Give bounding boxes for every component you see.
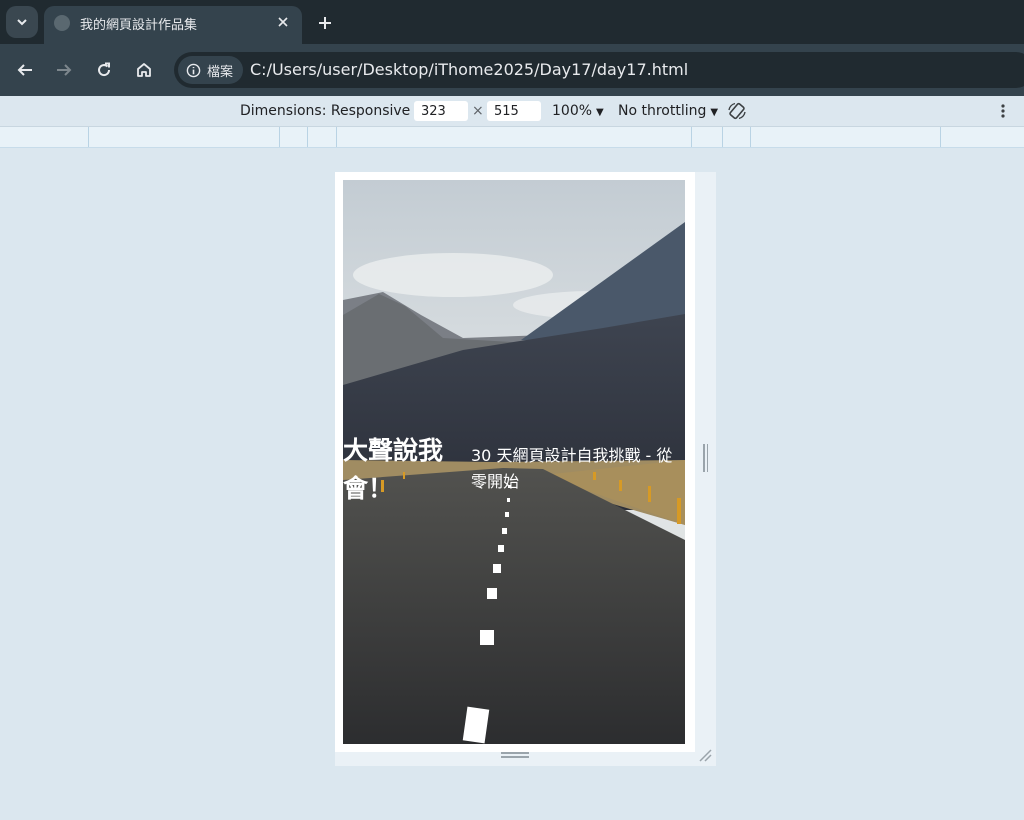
throttling-dropdown[interactable]: No throttling ▼	[618, 103, 718, 119]
media-query-marker[interactable]	[940, 127, 941, 147]
height-resize-handle[interactable]	[501, 752, 529, 758]
corner-resize-handle[interactable]	[698, 748, 712, 762]
width-resize-handle[interactable]	[703, 444, 708, 472]
forward-button[interactable]	[50, 56, 78, 84]
arrow-left-icon	[17, 64, 32, 76]
device-toolbar: Dimensions: Responsive▼ 323 × 515 100%▼ …	[0, 96, 1024, 127]
browser-toolbar: 檔案 C:/Users/user/Desktop/iThome2025/Day1…	[0, 44, 1024, 96]
caret-down-icon: ▼	[596, 107, 604, 118]
plus-icon	[319, 17, 331, 29]
tab-search-button[interactable]	[6, 6, 38, 38]
media-query-marker[interactable]	[336, 127, 337, 147]
globe-icon	[54, 15, 70, 31]
site-info-label: 檔案	[207, 64, 234, 80]
home-button[interactable]	[130, 56, 158, 84]
tab-strip: 我的網頁設計作品集	[0, 0, 1024, 44]
dimensions-label: Dimensions: Responsive	[240, 103, 411, 119]
tab-title: 我的網頁設計作品集	[80, 18, 198, 33]
new-tab-button[interactable]	[312, 10, 338, 36]
media-query-marker[interactable]	[750, 127, 751, 147]
page-viewport: 大聲說我會！ 30 天網頁設計自我挑戰 - 從零開始	[343, 180, 685, 744]
dimension-separator: ×	[472, 103, 484, 119]
close-icon	[278, 17, 288, 27]
reload-button[interactable]	[90, 56, 118, 84]
media-query-marker[interactable]	[279, 127, 280, 147]
height-input[interactable]: 515	[487, 101, 541, 121]
info-icon	[186, 63, 201, 77]
reload-icon	[98, 62, 111, 77]
chevron-down-icon	[17, 19, 27, 26]
more-options-icon[interactable]	[1000, 103, 1006, 119]
site-info-button[interactable]: 檔案	[178, 56, 244, 84]
tab-active[interactable]: 我的網頁設計作品集	[44, 6, 302, 44]
hero-subtitle: 30 天網頁設計自我挑戰 - 從零開始	[471, 446, 673, 491]
back-button[interactable]	[11, 56, 39, 84]
caret-down-icon: ▼	[710, 107, 719, 118]
media-query-bar	[0, 127, 1024, 148]
media-query-marker[interactable]	[88, 127, 89, 147]
media-query-marker[interactable]	[722, 127, 723, 147]
zoom-dropdown[interactable]: 100% ▼	[552, 103, 604, 119]
zoom-label: 100%	[552, 103, 593, 119]
media-query-marker[interactable]	[307, 127, 308, 147]
media-query-marker[interactable]	[691, 127, 692, 147]
url-text[interactable]: C:/Users/user/Desktop/iThome2025/Day17/d…	[250, 60, 688, 79]
arrow-right-icon	[57, 64, 72, 76]
rotate-icon[interactable]	[727, 101, 747, 121]
home-icon	[137, 63, 151, 77]
hero-title: 大聲說我會！	[343, 436, 444, 503]
throttling-label: No throttling	[618, 103, 707, 119]
dimensions-dropdown[interactable]: Dimensions: Responsive▼	[240, 103, 422, 119]
address-bar[interactable]: 檔案 C:/Users/user/Desktop/iThome2025/Day1…	[174, 52, 1024, 88]
width-input[interactable]: 323	[414, 101, 468, 121]
tab-close-button[interactable]	[274, 13, 292, 31]
